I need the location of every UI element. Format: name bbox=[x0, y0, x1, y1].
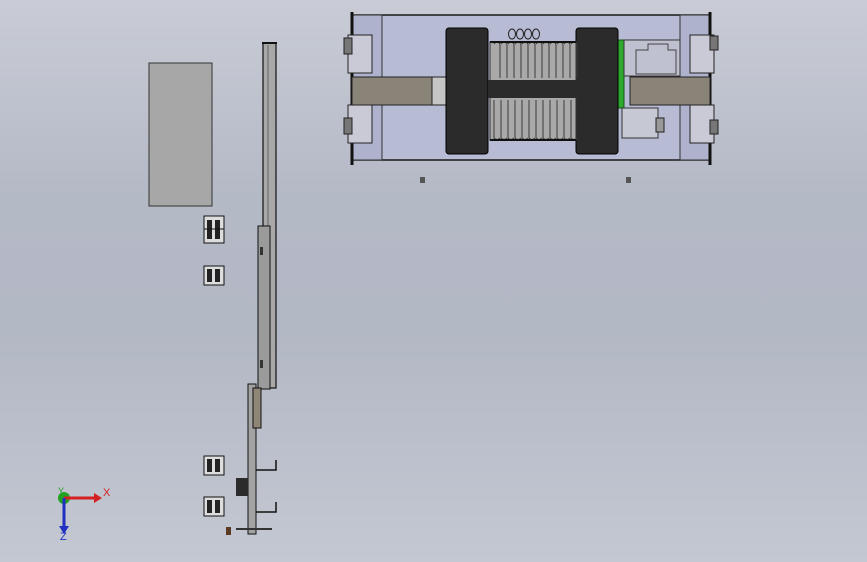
lower-post[interactable] bbox=[226, 383, 277, 535]
pulley[interactable] bbox=[252, 387, 262, 429]
rail-lower-sleeve[interactable] bbox=[257, 225, 271, 390]
bracket-3[interactable] bbox=[203, 455, 225, 476]
cad-model-svg[interactable] bbox=[0, 0, 867, 562]
bracket-2[interactable] bbox=[203, 265, 225, 286]
x-axis-label: X bbox=[103, 487, 111, 499]
x-axis-head bbox=[94, 493, 102, 503]
right-gear-green[interactable] bbox=[617, 39, 625, 109]
drum-axle bbox=[488, 80, 578, 98]
right-bolt-bottom bbox=[709, 119, 719, 135]
motor-box[interactable] bbox=[621, 107, 659, 139]
reducer-housing[interactable] bbox=[623, 39, 681, 77]
left-bolt-bottom bbox=[343, 117, 353, 135]
right-shaft[interactable] bbox=[629, 76, 711, 106]
winch-assembly[interactable] bbox=[343, 12, 719, 183]
left-drum-tire[interactable] bbox=[445, 27, 489, 155]
bracket-1[interactable] bbox=[203, 215, 225, 244]
base-plate[interactable] bbox=[148, 62, 213, 207]
bracket-parts[interactable] bbox=[203, 215, 225, 517]
hook-lower bbox=[256, 502, 277, 513]
rail-stop-2 bbox=[260, 360, 263, 368]
left-bolt-top bbox=[343, 37, 353, 55]
right-drum-tire[interactable] bbox=[575, 27, 619, 155]
right-bolt-top bbox=[709, 35, 719, 51]
hook-upper bbox=[256, 460, 277, 471]
z-axis-label: Z bbox=[60, 531, 67, 543]
motor-terminal bbox=[655, 117, 665, 133]
cad-graphics-viewport[interactable]: X Y Z bbox=[0, 0, 867, 562]
foot-right bbox=[626, 177, 631, 183]
cable-drum[interactable] bbox=[488, 28, 578, 141]
left-shaft-collar bbox=[431, 76, 447, 106]
clamp[interactable] bbox=[236, 478, 248, 496]
foot-left bbox=[420, 177, 425, 183]
bracket-4[interactable] bbox=[203, 496, 225, 517]
y-axis-label: Y bbox=[58, 486, 65, 496]
vertical-rail[interactable] bbox=[257, 42, 277, 390]
small-nut bbox=[226, 527, 231, 535]
left-shaft[interactable] bbox=[351, 76, 433, 106]
rail-stop bbox=[260, 247, 263, 255]
